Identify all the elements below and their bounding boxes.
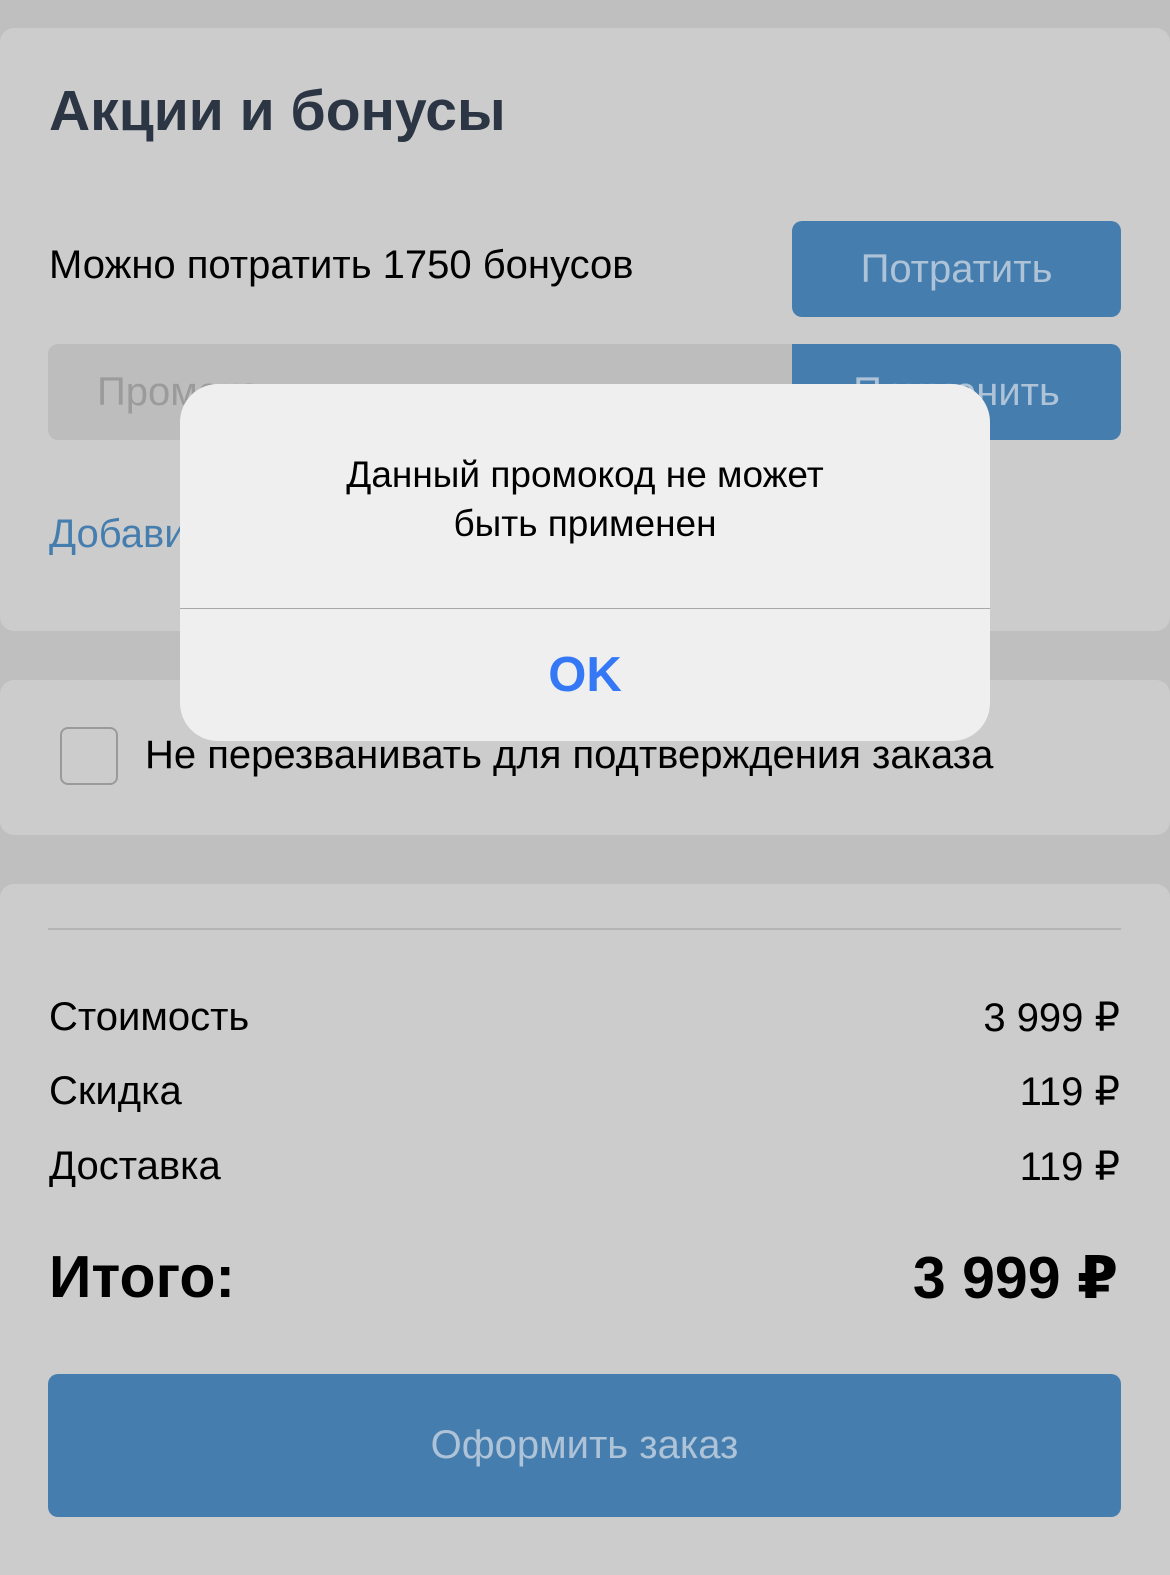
- section-title: Акции и бонусы: [49, 79, 506, 143]
- total-label: Итого:: [49, 1244, 236, 1310]
- place-order-button[interactable]: Оформить заказ: [48, 1374, 1121, 1517]
- available-bonuses-text: Можно потратить 1750 бонусов: [49, 243, 634, 287]
- discount-value: 119 ₽: [1019, 1070, 1120, 1114]
- alert-ok-button[interactable]: OK: [180, 609, 990, 741]
- delivery-value: 119 ₽: [1019, 1145, 1120, 1189]
- total-value: 3 999 ₽: [912, 1245, 1118, 1311]
- alert-message: Данный промокод не может быть применен: [346, 454, 824, 544]
- delivery-label: Доставка: [49, 1144, 221, 1188]
- no-callback-checkbox[interactable]: [60, 727, 118, 785]
- alert-dialog: Данный промокод не может быть применен O…: [180, 384, 990, 741]
- spend-bonuses-button[interactable]: Потратить: [792, 221, 1121, 317]
- cost-label: Стоимость: [49, 995, 250, 1039]
- cost-value: 3 999 ₽: [983, 996, 1120, 1040]
- discount-label: Скидка: [49, 1069, 182, 1113]
- summary-divider: [48, 928, 1121, 930]
